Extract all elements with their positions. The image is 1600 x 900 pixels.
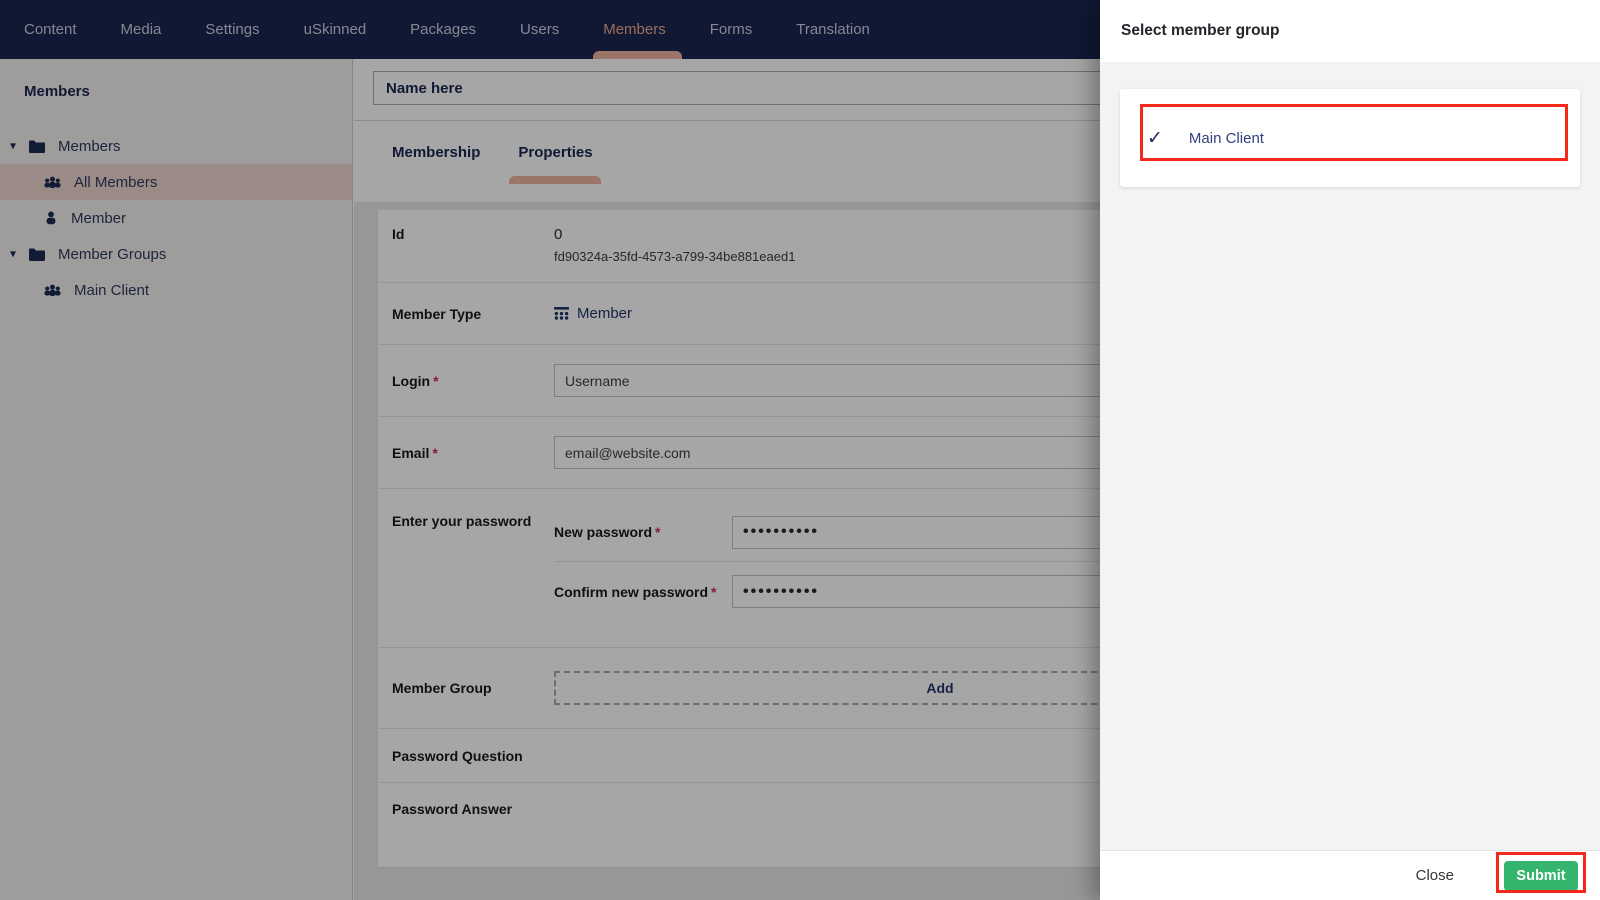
panel-title: Select member group bbox=[1121, 22, 1280, 39]
select-member-group-panel: Select member group ✓ Main Client Close … bbox=[1100, 0, 1600, 900]
panel-header: Select member group bbox=[1100, 0, 1600, 62]
panel-footer: Close Submit bbox=[1100, 850, 1600, 900]
panel-body: ✓ Main Client bbox=[1100, 62, 1600, 850]
close-button[interactable]: Close bbox=[1416, 867, 1454, 884]
checkmark-icon: ✓ bbox=[1147, 127, 1163, 149]
option-label: Main Client bbox=[1188, 129, 1264, 147]
member-group-option-card: ✓ Main Client bbox=[1120, 89, 1580, 187]
submit-button[interactable]: Submit bbox=[1504, 860, 1578, 891]
option-main-client[interactable]: ✓ Main Client bbox=[1120, 129, 1580, 148]
app-window: Content Media Settings uSkinned Packages… bbox=[0, 0, 1600, 900]
